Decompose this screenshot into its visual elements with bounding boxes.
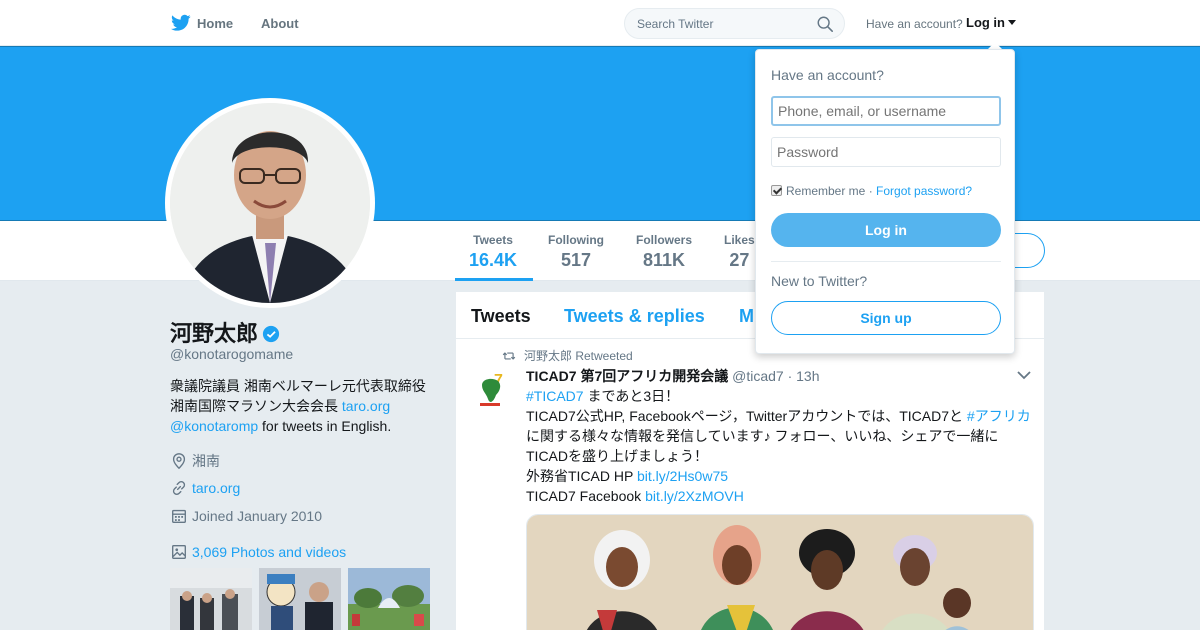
search-box[interactable]: Search Twitter bbox=[624, 8, 845, 39]
photo-thumbnail[interactable] bbox=[348, 568, 430, 630]
login-dropdown: Have an account? Remember me · Forgot pa… bbox=[755, 49, 1015, 354]
tweet-text-segment: 外務省TICAD HP bbox=[526, 468, 637, 484]
avatar-photo bbox=[170, 103, 370, 303]
stat-label: Likes bbox=[724, 233, 755, 247]
verified-badge-icon bbox=[262, 325, 280, 343]
tweet-author-name[interactable]: TICAD7 第7回アフリカ開発会議 bbox=[526, 368, 728, 384]
tweet-line: に関する様々な情報を発信しています♪ フォロー、いいね、シェアで一緒に bbox=[526, 428, 999, 444]
photo-icon bbox=[172, 545, 186, 559]
hashtag-link[interactable]: #TICAD7 bbox=[526, 388, 584, 404]
top-navigation: Home About Search Twitter Have an accoun… bbox=[0, 0, 1200, 46]
stat-following[interactable]: Following 517 bbox=[548, 233, 604, 271]
username-field[interactable] bbox=[771, 96, 1001, 126]
bio-line: 湘南国際マラソン大会会長 taro.org bbox=[170, 396, 440, 416]
retweet-context: 河野太郎 Retweeted bbox=[502, 347, 633, 364]
profile-handle[interactable]: @konotarogomame bbox=[170, 346, 293, 362]
stat-followers[interactable]: Followers 811K bbox=[636, 233, 692, 271]
location-text: 湘南 bbox=[192, 453, 220, 469]
tweet-author-handle[interactable]: @ticad7 bbox=[732, 368, 784, 384]
remember-me-label[interactable]: Remember me bbox=[786, 184, 865, 198]
stat-value: 16.4K bbox=[469, 250, 518, 270]
stat-label: Tweets bbox=[473, 233, 513, 247]
tab-tweets-replies[interactable]: Tweets & replies bbox=[564, 306, 705, 327]
tweet-text-segment: まであと3日！ bbox=[583, 388, 680, 404]
bio-line: @konotaromp for tweets in English. bbox=[170, 416, 440, 436]
nav-about-link[interactable]: About bbox=[261, 16, 299, 31]
tweet-text-segment: TICAD7公式HP, Facebookページ，Twitterアカウントでは、T… bbox=[526, 408, 967, 424]
tweet-header: TICAD7 第7回アフリカ開発会議 @ticad7 · 13h bbox=[526, 366, 820, 386]
tweet-media-image[interactable] bbox=[526, 514, 1034, 630]
hashtag-link[interactable]: #アフリカ bbox=[967, 408, 1031, 424]
link-icon bbox=[172, 480, 186, 496]
photo-thumbnail[interactable] bbox=[170, 568, 252, 630]
chevron-down-icon[interactable] bbox=[1016, 370, 1032, 380]
tweet-text: #TICAD7 まであと3日！ TICAD7公式HP, Facebookページ，… bbox=[526, 386, 1036, 506]
tweet-line: TICAD7 Facebook bit.ly/2XzMOVH bbox=[526, 486, 1036, 506]
calendar-icon bbox=[172, 509, 186, 523]
twitter-bird-icon[interactable] bbox=[171, 14, 191, 32]
stat-label: Followers bbox=[636, 233, 693, 247]
have-account-text: Have an account? bbox=[866, 17, 963, 31]
stat-value: 517 bbox=[560, 250, 592, 270]
profile-name-text: 河野太郎 bbox=[170, 321, 259, 346]
remember-me-checkbox[interactable] bbox=[771, 185, 782, 196]
signup-button[interactable]: Sign up bbox=[771, 301, 1001, 335]
stat-value: 27 bbox=[729, 250, 750, 270]
bio-text: for tweets in English. bbox=[258, 418, 392, 434]
active-tab-indicator bbox=[455, 278, 533, 281]
tab-tweets[interactable]: Tweets bbox=[471, 306, 531, 327]
tweet-line: #TICAD7 まであと3日！ bbox=[526, 386, 1036, 406]
search-icon[interactable] bbox=[816, 15, 834, 33]
tab-media[interactable]: M bbox=[739, 306, 754, 327]
login-dropdown-toggle[interactable]: Log in bbox=[966, 15, 1016, 30]
tweet-timestamp[interactable]: · 13h bbox=[788, 368, 820, 384]
bio-link[interactable]: taro.org bbox=[342, 398, 390, 414]
website-link[interactable]: taro.org bbox=[192, 480, 240, 496]
stat-tweets[interactable]: Tweets 16.4K bbox=[469, 233, 517, 271]
bio-line: 衆議院議員 湘南ベルマーレ元代表取締役 bbox=[170, 378, 426, 394]
dropdown-title: Have an account? bbox=[771, 67, 884, 83]
remember-me-row: Remember me · Forgot password? bbox=[771, 184, 972, 198]
tweet-text-segment: TICAD7 Facebook bbox=[526, 488, 646, 504]
profile-name: 河野太郎 bbox=[170, 316, 280, 348]
login-button[interactable]: Log in bbox=[771, 213, 1001, 247]
profile-joined: Joined January 2010 bbox=[170, 507, 322, 525]
joined-text: Joined January 2010 bbox=[192, 508, 322, 524]
login-toggle-label[interactable]: Log in bbox=[966, 15, 1005, 30]
bio-text: 湘南国際マラソン大会会長 bbox=[170, 398, 342, 414]
location-icon bbox=[172, 453, 186, 470]
url-link[interactable]: bit.ly/2XzMOVH bbox=[645, 488, 744, 504]
nav-home-link[interactable]: Home bbox=[197, 16, 233, 31]
tweet-line: 外務省TICAD HP bit.ly/2Hs0w75 bbox=[526, 466, 1036, 486]
separator-dot: · bbox=[865, 184, 877, 198]
retweet-icon bbox=[502, 352, 516, 360]
tweet-author-avatar[interactable]: 7 bbox=[476, 369, 516, 409]
photos-videos-link[interactable]: 3,069 Photos and videos bbox=[170, 543, 346, 561]
bio-mention-link[interactable]: @konotaromp bbox=[170, 418, 258, 434]
stat-likes[interactable]: Likes 27 bbox=[724, 233, 755, 271]
new-to-twitter-text: New to Twitter? bbox=[771, 273, 868, 289]
photos-text[interactable]: 3,069 Photos and videos bbox=[192, 544, 346, 560]
tweet-line: TICAD7公式HP, Facebookページ，Twitterアカウントでは、T… bbox=[526, 406, 1036, 426]
stat-value: 811K bbox=[642, 250, 686, 270]
forgot-password-link[interactable]: Forgot password? bbox=[876, 184, 972, 198]
chevron-down-icon bbox=[1008, 20, 1016, 25]
url-link[interactable]: bit.ly/2Hs0w75 bbox=[637, 468, 728, 484]
photo-thumbnail[interactable] bbox=[259, 568, 341, 630]
profile-location: 湘南 bbox=[170, 451, 220, 471]
password-field[interactable] bbox=[771, 137, 1001, 167]
retweeted-by-text[interactable]: 河野太郎 Retweeted bbox=[524, 349, 633, 363]
search-input[interactable]: Search Twitter bbox=[637, 17, 713, 31]
stat-label: Following bbox=[548, 233, 604, 247]
profile-bio: 衆議院議員 湘南ベルマーレ元代表取締役 湘南国際マラソン大会会長 taro.or… bbox=[170, 376, 440, 436]
profile-avatar[interactable] bbox=[165, 98, 375, 308]
profile-website: taro.org bbox=[170, 479, 240, 497]
divider bbox=[771, 261, 1001, 262]
tweet-line: TICADを盛り上げましょう！ bbox=[526, 448, 708, 464]
